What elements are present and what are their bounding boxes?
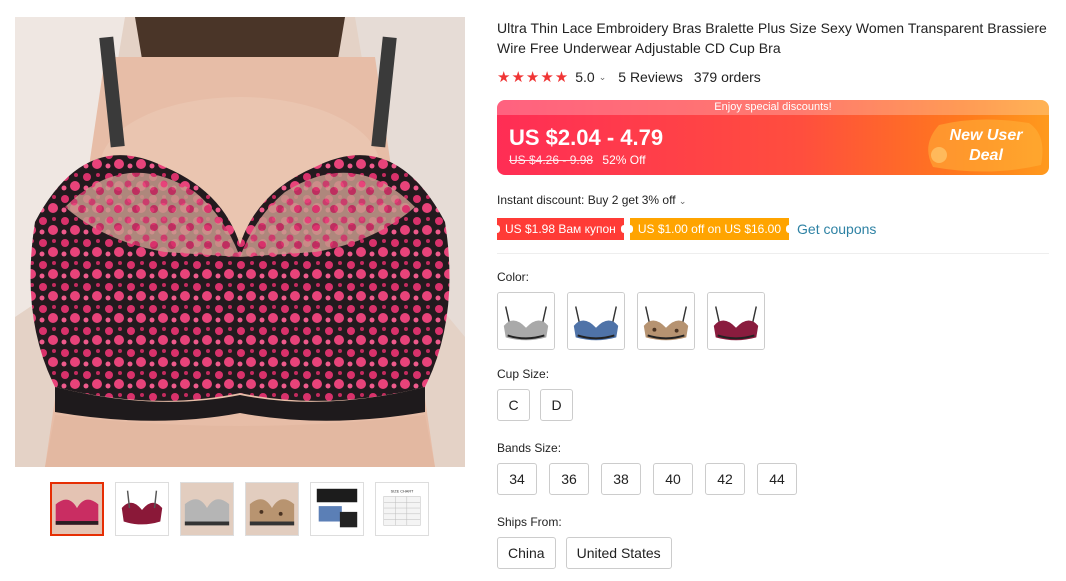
color-swatches — [497, 292, 1049, 350]
banner-note: Enjoy special discounts! — [497, 100, 1049, 115]
instant-discount-text: Instant discount: Buy 2 get 3% off — [497, 193, 676, 207]
thumbnail-strip: SIZE CHART — [50, 482, 429, 536]
color-swatch-grey[interactable] — [497, 292, 555, 350]
get-coupons-link[interactable]: Get coupons — [797, 221, 876, 237]
color-swatch-leopard[interactable] — [637, 292, 695, 350]
thumbnail-leopard[interactable] — [245, 482, 299, 536]
thumbnail-product-set[interactable] — [310, 482, 364, 536]
coupon-row: US $1.98 Вам купон US $1.00 off on US $1… — [494, 218, 1049, 240]
product-title: Ultra Thin Lace Embroidery Bras Bralette… — [497, 20, 1047, 56]
band-option-34[interactable]: 34 — [497, 463, 537, 495]
cup-option-c[interactable]: C — [497, 389, 530, 421]
original-price-row: US $4.26 - 9.98 52% Off — [509, 153, 646, 167]
ships-from-options: China United States — [497, 537, 1049, 569]
deal-line-2: Deal — [969, 147, 1003, 164]
coupon-badge-red[interactable]: US $1.98 Вам купон — [494, 218, 627, 240]
discount-percent: 52% Off — [602, 153, 646, 167]
product-info: Ultra Thin Lace Embroidery Bras Bralette… — [494, 18, 1049, 569]
size-chart-thumb-label: SIZE CHART — [391, 490, 414, 494]
original-price: US $4.26 - 9.98 — [509, 153, 594, 167]
main-product-image[interactable] — [15, 17, 465, 467]
chevron-down-icon: ⌄ — [678, 196, 687, 206]
band-size-options: 34 36 38 40 42 44 — [497, 463, 1049, 495]
orders-count: 379 orders — [693, 69, 761, 85]
new-user-deal[interactable]: New User Deal — [941, 126, 1031, 166]
cup-size-label: Cup Size: — [497, 367, 550, 381]
price-banner: Enjoy special discounts! US $2.04 - 4.79… — [497, 100, 1049, 175]
thumbnail-grey[interactable] — [180, 482, 234, 536]
instant-discount[interactable]: Instant discount: Buy 2 get 3% off ⌄ — [497, 193, 1049, 207]
band-option-44[interactable]: 44 — [757, 463, 797, 495]
cup-option-d[interactable]: D — [540, 389, 573, 421]
thumbnail-pink-main[interactable] — [50, 482, 104, 536]
color-swatch-blue[interactable] — [567, 292, 625, 350]
rating-value[interactable]: 5.0 — [575, 69, 594, 85]
star-rating-icon: ★★★★★ — [497, 69, 570, 86]
color-label: Color: — [497, 270, 530, 284]
band-option-36[interactable]: 36 — [549, 463, 589, 495]
ship-option-china[interactable]: China — [497, 537, 556, 569]
divider — [497, 253, 1049, 254]
ships-from-label: Ships From: — [497, 515, 562, 529]
band-option-40[interactable]: 40 — [653, 463, 693, 495]
band-option-38[interactable]: 38 — [601, 463, 641, 495]
coupon-badge-orange[interactable]: US $1.00 off on US $16.00 — [626, 218, 793, 240]
current-price: US $2.04 - 4.79 — [509, 125, 664, 150]
thumbnail-burgundy[interactable] — [115, 482, 169, 536]
deal-line-1: New User — [949, 127, 1023, 144]
ship-option-united-states[interactable]: United States — [565, 537, 672, 569]
thumbnail-size-chart[interactable]: SIZE CHART — [375, 482, 429, 536]
band-option-42[interactable]: 42 — [705, 463, 745, 495]
band-size-label: Bands Size: — [497, 441, 562, 455]
color-swatch-burgundy[interactable] — [707, 292, 765, 350]
cup-size-options: C D — [497, 389, 1049, 421]
chevron-down-icon[interactable]: ⌄ — [599, 72, 607, 83]
rating-row: ★★★★★ 5.0 ⌄ 5 Reviews 379 orders — [497, 68, 1049, 86]
reviews-link[interactable]: 5 Reviews — [618, 69, 683, 85]
